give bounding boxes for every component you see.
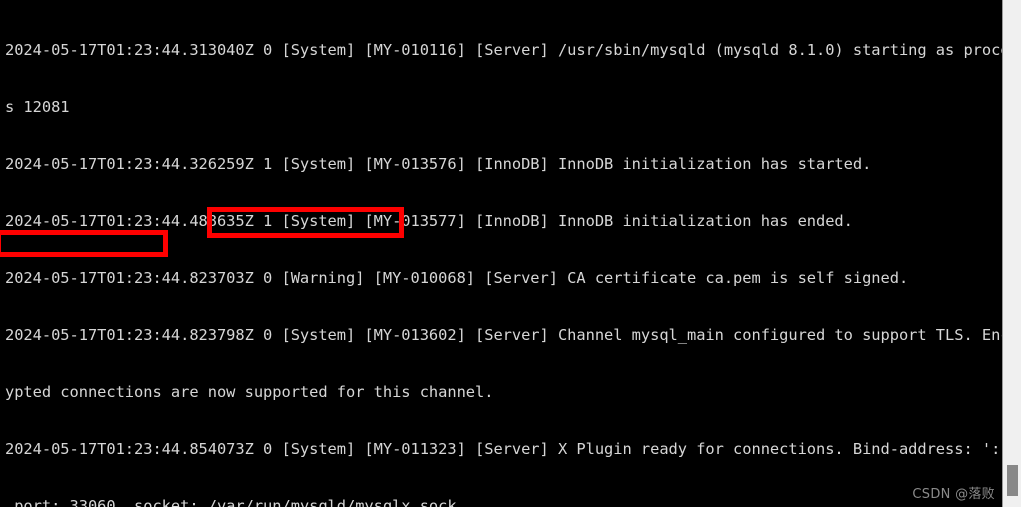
terminal-line: port: 33060, socket: /var/run/mysqld/mys…: [5, 497, 457, 507]
vertical-scrollbar[interactable]: [1002, 0, 1021, 507]
scrollbar-thumb[interactable]: [1007, 465, 1018, 496]
terminal-window[interactable]: 2024-05-17T01:23:44.313040Z 0 [System] […: [0, 0, 1021, 507]
terminal-line: s 12081: [5, 98, 70, 116]
terminal-line: 2024-05-17T01:23:44.488635Z 1 [System] […: [5, 212, 853, 230]
terminal-line: 2024-05-17T01:23:44.313040Z 0 [System] […: [5, 41, 1019, 59]
terminal-line: ypted connections are now supported for …: [5, 383, 494, 401]
terminal-line: 2024-05-17T01:23:44.823798Z 0 [System] […: [5, 326, 1019, 344]
terminal-line: 2024-05-17T01:23:44.854073Z 0 [System] […: [5, 440, 1019, 458]
terminal-output[interactable]: 2024-05-17T01:23:44.313040Z 0 [System] […: [0, 0, 1019, 507]
terminal-line: 2024-05-17T01:23:44.326259Z 1 [System] […: [5, 155, 872, 173]
terminal-line: 2024-05-17T01:23:44.823703Z 0 [Warning] …: [5, 269, 909, 287]
